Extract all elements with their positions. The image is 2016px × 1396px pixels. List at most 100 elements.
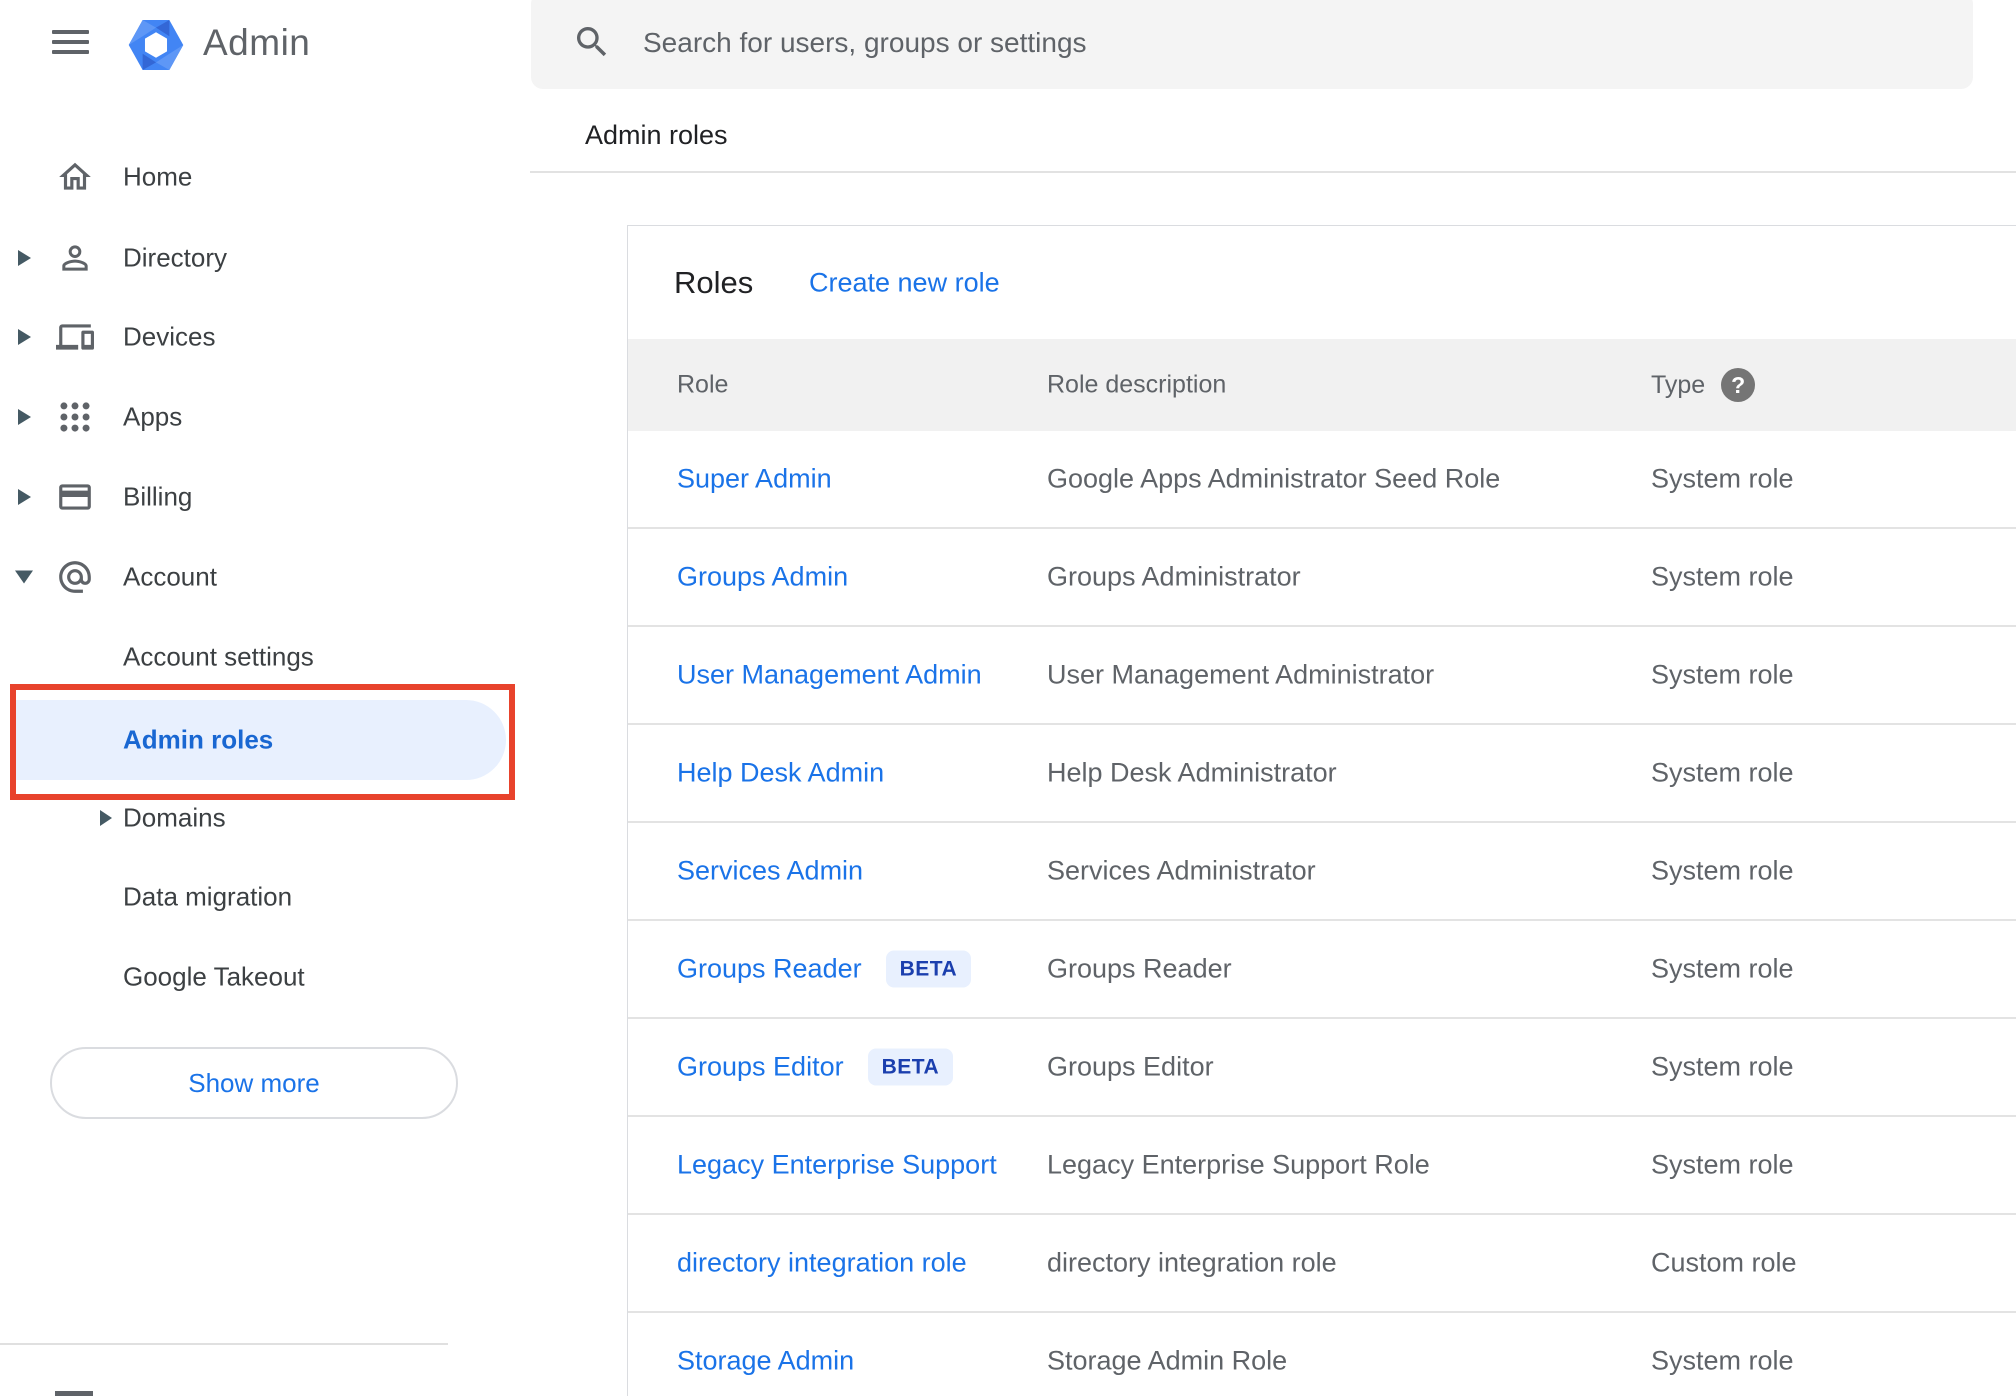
role-type: System role	[1651, 953, 1794, 984]
at-sign-icon	[56, 558, 94, 596]
title-divider	[530, 171, 2016, 173]
role-type: System role	[1651, 1149, 1794, 1180]
table-row: Legacy Enterprise Support Legacy Enterpr…	[628, 1117, 2016, 1215]
sidebar-item-data-migration[interactable]: Data migration	[0, 857, 530, 937]
show-more-button[interactable]: Show more	[50, 1047, 458, 1119]
column-header-role-description: Role description	[1047, 370, 1227, 399]
sidebar-item-label: Data migration	[123, 881, 293, 912]
role-description: Storage Admin Role	[1047, 1345, 1288, 1376]
role-description: directory integration role	[1047, 1247, 1337, 1278]
partially-visible-icon	[55, 1391, 93, 1396]
column-header-type: Type ?	[1651, 368, 1756, 402]
role-type: System role	[1651, 1345, 1794, 1376]
role-link[interactable]: Groups Reader BETA	[677, 950, 972, 988]
table-row: Groups Reader BETA Groups Reader System …	[628, 921, 2016, 1019]
role-link[interactable]: Groups Admin	[677, 562, 848, 593]
search-input[interactable]	[643, 20, 1923, 66]
role-type: System role	[1651, 757, 1794, 788]
table-row: Services Admin Services Administrator Sy…	[628, 823, 2016, 921]
role-link[interactable]: directory integration role	[677, 1248, 967, 1279]
role-link-label: Groups Editor	[677, 1051, 844, 1082]
sidebar-item-admin-roles[interactable]: Admin roles	[16, 700, 506, 780]
table-row: User Management Admin User Management Ad…	[628, 627, 2016, 725]
person-icon	[56, 239, 94, 277]
home-icon	[56, 158, 94, 196]
roles-card-header: Roles Create new role	[628, 226, 2016, 339]
role-link-label: Groups Reader	[677, 953, 862, 984]
search-icon	[572, 22, 612, 62]
sidebar-item-billing[interactable]: Billing	[0, 457, 530, 537]
role-link[interactable]: Services Admin	[677, 856, 863, 887]
sidebar-item-home[interactable]: Home	[0, 137, 530, 217]
column-header-type-label: Type	[1651, 370, 1706, 399]
sidebar-item-label: Account settings	[123, 641, 314, 672]
chevron-right-icon[interactable]	[18, 409, 31, 425]
sidebar-item-label: Google Takeout	[123, 961, 305, 992]
table-row: Groups Editor BETA Groups Editor System …	[628, 1019, 2016, 1117]
table-row: Groups Admin Groups Administrator System…	[628, 529, 2016, 627]
page-title: Admin roles	[585, 120, 728, 150]
menu-icon[interactable]	[52, 30, 89, 54]
sidebar-item-devices[interactable]: Devices	[0, 297, 530, 377]
sidebar-item-google-takeout[interactable]: Google Takeout	[0, 937, 530, 1017]
sidebar-item-account-settings[interactable]: Account settings	[0, 617, 530, 697]
table-row: directory integration role directory int…	[628, 1215, 2016, 1313]
sidebar-item-directory[interactable]: Directory	[0, 218, 530, 298]
create-new-role-link[interactable]: Create new role	[809, 267, 1000, 298]
sidebar-item-label: Directory	[123, 242, 228, 273]
chevron-right-icon[interactable]	[100, 810, 112, 826]
role-description: Google Apps Administrator Seed Role	[1047, 463, 1501, 494]
role-link[interactable]: Help Desk Admin	[677, 758, 884, 789]
roles-heading: Roles	[674, 264, 754, 300]
sidebar-item-domains[interactable]: Domains	[0, 778, 530, 858]
role-description: Help Desk Administrator	[1047, 757, 1337, 788]
chevron-down-icon[interactable]	[15, 570, 33, 584]
admin-logo-icon	[128, 20, 184, 70]
role-type: System role	[1651, 463, 1794, 494]
role-description: Groups Reader	[1047, 953, 1232, 984]
chevron-right-icon[interactable]	[18, 250, 31, 266]
role-type: System role	[1651, 1051, 1794, 1082]
role-type: System role	[1651, 561, 1794, 592]
role-link[interactable]: User Management Admin	[677, 660, 982, 691]
sidebar-item-label: Billing	[123, 481, 193, 512]
search-bar[interactable]	[531, 0, 1973, 89]
sidebar-item-label: Account	[123, 561, 217, 592]
chevron-right-icon[interactable]	[18, 329, 31, 345]
role-link[interactable]: Super Admin	[677, 464, 832, 495]
sidebar-item-label: Apps	[123, 401, 183, 432]
devices-icon	[56, 318, 94, 356]
help-icon[interactable]: ?	[1721, 368, 1756, 402]
sidebar: Admin Home Directory Devices Apps Billin…	[0, 0, 530, 1396]
brand-header: Admin	[0, 0, 530, 90]
sidebar-item-label: Admin roles	[123, 724, 274, 755]
table-row: Super Admin Google Apps Administrator Se…	[628, 431, 2016, 529]
table-header-row: Role Role description Type ?	[628, 339, 2016, 431]
role-description: User Management Administrator	[1047, 659, 1435, 690]
sidebar-item-apps[interactable]: Apps	[0, 377, 530, 457]
sidebar-item-label: Devices	[123, 321, 216, 352]
admin-console-screen: Admin Home Directory Devices Apps Billin…	[0, 0, 2016, 1396]
sidebar-divider	[0, 1343, 448, 1345]
roles-card: Roles Create new role Role Role descript…	[627, 225, 2016, 1396]
sidebar-item-label: Home	[123, 161, 193, 192]
role-description: Services Administrator	[1047, 855, 1316, 886]
role-link[interactable]: Storage Admin	[677, 1346, 854, 1377]
sidebar-item-label: Domains	[123, 802, 226, 833]
app-title: Admin	[203, 22, 311, 63]
beta-badge: BETA	[885, 950, 972, 988]
role-type: Custom role	[1651, 1247, 1797, 1278]
credit-card-icon	[56, 478, 94, 516]
apps-grid-icon	[56, 398, 94, 436]
role-description: Groups Editor	[1047, 1051, 1214, 1082]
sidebar-item-account[interactable]: Account	[0, 537, 530, 617]
role-link[interactable]: Groups Editor BETA	[677, 1048, 954, 1086]
role-description: Groups Administrator	[1047, 561, 1301, 592]
beta-badge: BETA	[867, 1048, 954, 1086]
role-type: System role	[1651, 659, 1794, 690]
chevron-right-icon[interactable]	[18, 489, 31, 505]
table-row: Help Desk Admin Help Desk Administrator …	[628, 725, 2016, 823]
role-link[interactable]: Legacy Enterprise Support	[677, 1150, 997, 1181]
column-header-role: Role	[677, 370, 729, 399]
role-type: System role	[1651, 855, 1794, 886]
